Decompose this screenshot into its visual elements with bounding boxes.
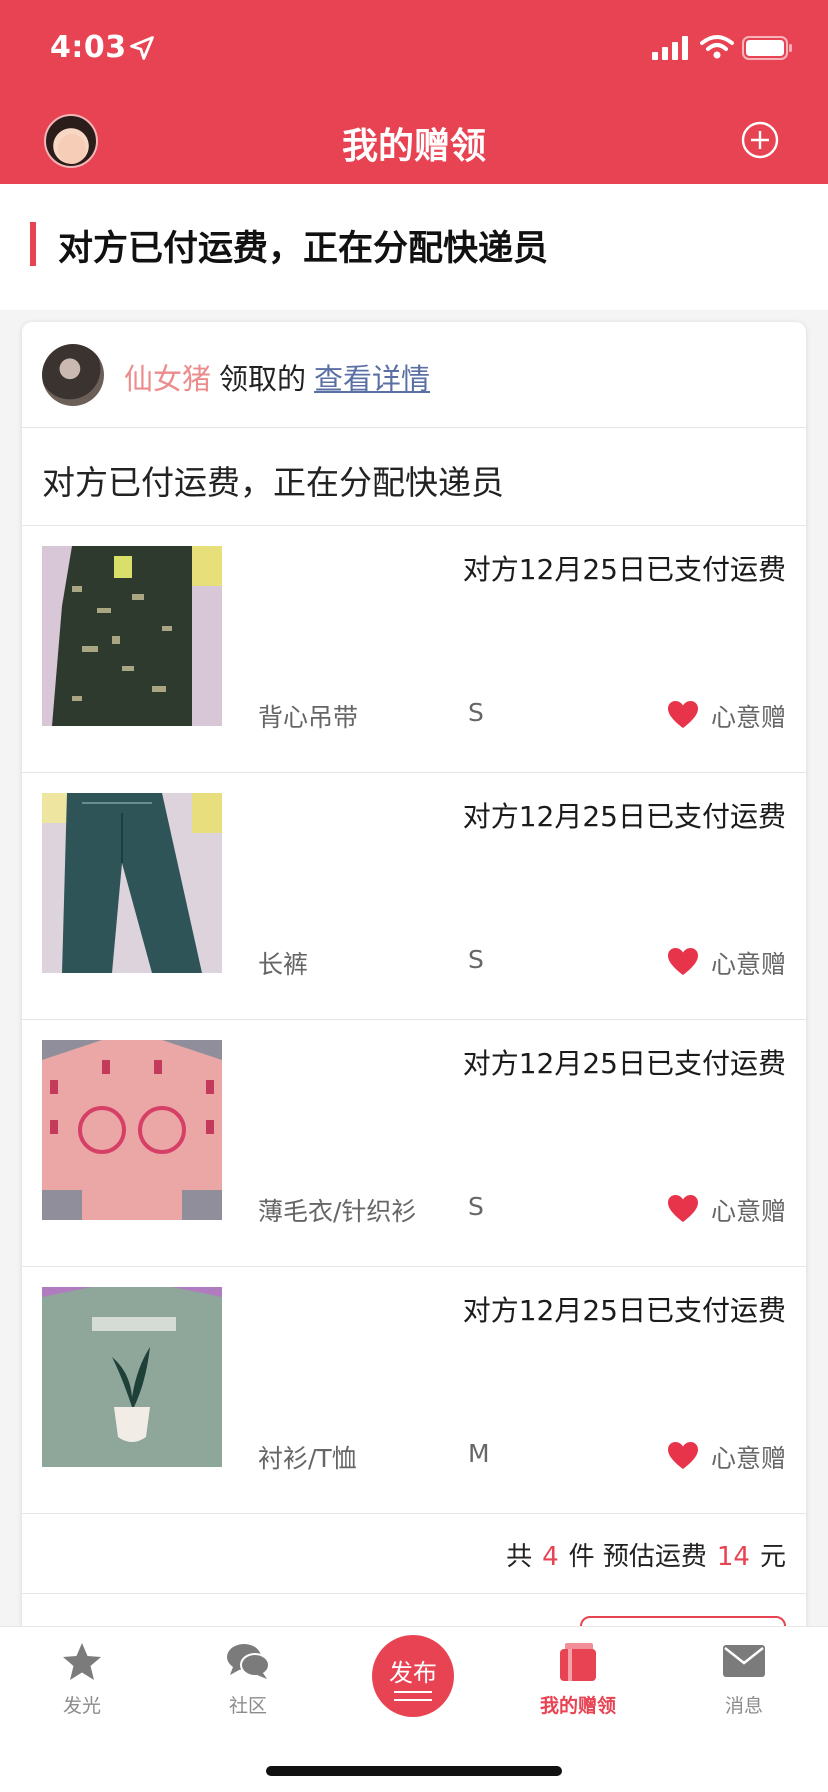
- item-name: 衬衫/T恤: [258, 1444, 357, 1473]
- location-arrow-icon: [130, 36, 154, 60]
- tab-glow[interactable]: 发光: [22, 1641, 142, 1718]
- gift-type: 心意赠: [710, 1197, 786, 1226]
- item-count: 4: [542, 1542, 559, 1572]
- summary-count-unit: 件 预估运费: [568, 1542, 707, 1572]
- item-size: S: [468, 1192, 484, 1221]
- claim-info: 仙女猪 领取的 查看详情: [124, 356, 430, 398]
- item-row[interactable]: 对方12月25日已支付运费 长裤 S 心意赠: [22, 773, 806, 1020]
- battery-icon: [742, 36, 792, 60]
- item-photo-jeans[interactable]: [42, 793, 222, 973]
- heart-icon: [668, 1442, 698, 1469]
- item-photo-tshirt[interactable]: [42, 1287, 222, 1467]
- claim-status-row: 对方已付运费，正在分配快递员: [22, 428, 806, 526]
- heart-icon: [668, 701, 698, 728]
- cellular-signal-icon: [652, 36, 688, 60]
- summary-prefix: 共: [506, 1542, 533, 1572]
- claim-verb: 领取的: [219, 362, 307, 396]
- section-accent-bar: [30, 222, 36, 266]
- tab-community[interactable]: 社区: [188, 1641, 308, 1718]
- claimer-name[interactable]: 仙女猪: [124, 362, 211, 396]
- gift-type: 心意赠: [710, 1444, 786, 1473]
- gift-type: 心意赠: [710, 950, 786, 979]
- item-photo-tank-top[interactable]: [42, 546, 222, 726]
- item-size: S: [468, 698, 484, 727]
- tab-label: 社区: [228, 1695, 267, 1717]
- publish-icon: [394, 1691, 432, 1701]
- page-title: 我的赠领: [341, 126, 486, 167]
- item-name: 背心吊带: [258, 703, 359, 732]
- fee-unit: 元: [759, 1542, 786, 1572]
- item-row[interactable]: 对方12月25日已支付运费 衬衫/T恤 M 心意赠: [22, 1267, 806, 1514]
- wifi-icon: [700, 35, 734, 59]
- heart-icon: [668, 948, 698, 975]
- payment-status: 对方12月25日已支付运费: [462, 1294, 786, 1327]
- payment-status: 对方12月25日已支付运费: [462, 800, 786, 833]
- chat-bubbles-icon: [227, 1644, 270, 1679]
- section-title: 对方已付运费，正在分配快递员: [58, 229, 549, 269]
- claimer-avatar[interactable]: [42, 344, 104, 406]
- publish-label: 发布: [389, 1659, 437, 1687]
- star-icon: [63, 1643, 101, 1680]
- tab-messages[interactable]: 消息: [684, 1641, 804, 1718]
- gift-book-icon: [560, 1643, 596, 1681]
- claim-status: 对方已付运费，正在分配快递员: [42, 463, 504, 502]
- item-name: 长裤: [258, 950, 309, 979]
- heart-icon: [668, 1195, 698, 1222]
- view-details-link[interactable]: 查看详情: [314, 362, 430, 396]
- item-photo-cardigan[interactable]: [42, 1040, 222, 1220]
- item-size: M: [468, 1439, 490, 1468]
- tab-my-gifts[interactable]: 我的赠领: [518, 1641, 638, 1718]
- home-indicator[interactable]: [266, 1766, 562, 1776]
- order-summary: 共4 件 预估运费 14 元: [22, 1512, 806, 1594]
- summary-text: 共4 件 预估运费 14 元: [506, 1536, 786, 1573]
- tab-label: 我的赠领: [539, 1695, 616, 1717]
- claim-header: 仙女猪 领取的 查看详情: [22, 322, 806, 428]
- claim-card: 仙女猪 领取的 查看详情 对方已付运费，正在分配快递员 对方12月25日已支付运费 …: [22, 322, 806, 1792]
- app-header: 4:03 我的赠领: [0, 0, 828, 184]
- status-time: 4:03: [50, 30, 127, 65]
- item-row[interactable]: 对方12月25日已支付运费 薄毛衣/针织衫 S 心意赠: [22, 1020, 806, 1267]
- gift-type: 心意赠: [710, 703, 786, 732]
- mail-icon: [723, 1645, 765, 1677]
- payment-status: 对方12月25日已支付运费: [462, 553, 786, 586]
- tab-label: 发光: [62, 1695, 101, 1717]
- item-row[interactable]: 对方12月25日已支付运费 背心吊带 S 心意赠: [22, 526, 806, 773]
- publish-button[interactable]: 发布: [372, 1635, 454, 1717]
- item-size: S: [468, 945, 484, 974]
- item-name: 薄毛衣/针织衫: [258, 1197, 417, 1226]
- tab-label: 消息: [724, 1695, 763, 1717]
- payment-status: 对方12月25日已支付运费: [462, 1047, 786, 1080]
- estimated-fee: 14: [716, 1542, 750, 1572]
- add-circle-icon[interactable]: [740, 120, 780, 160]
